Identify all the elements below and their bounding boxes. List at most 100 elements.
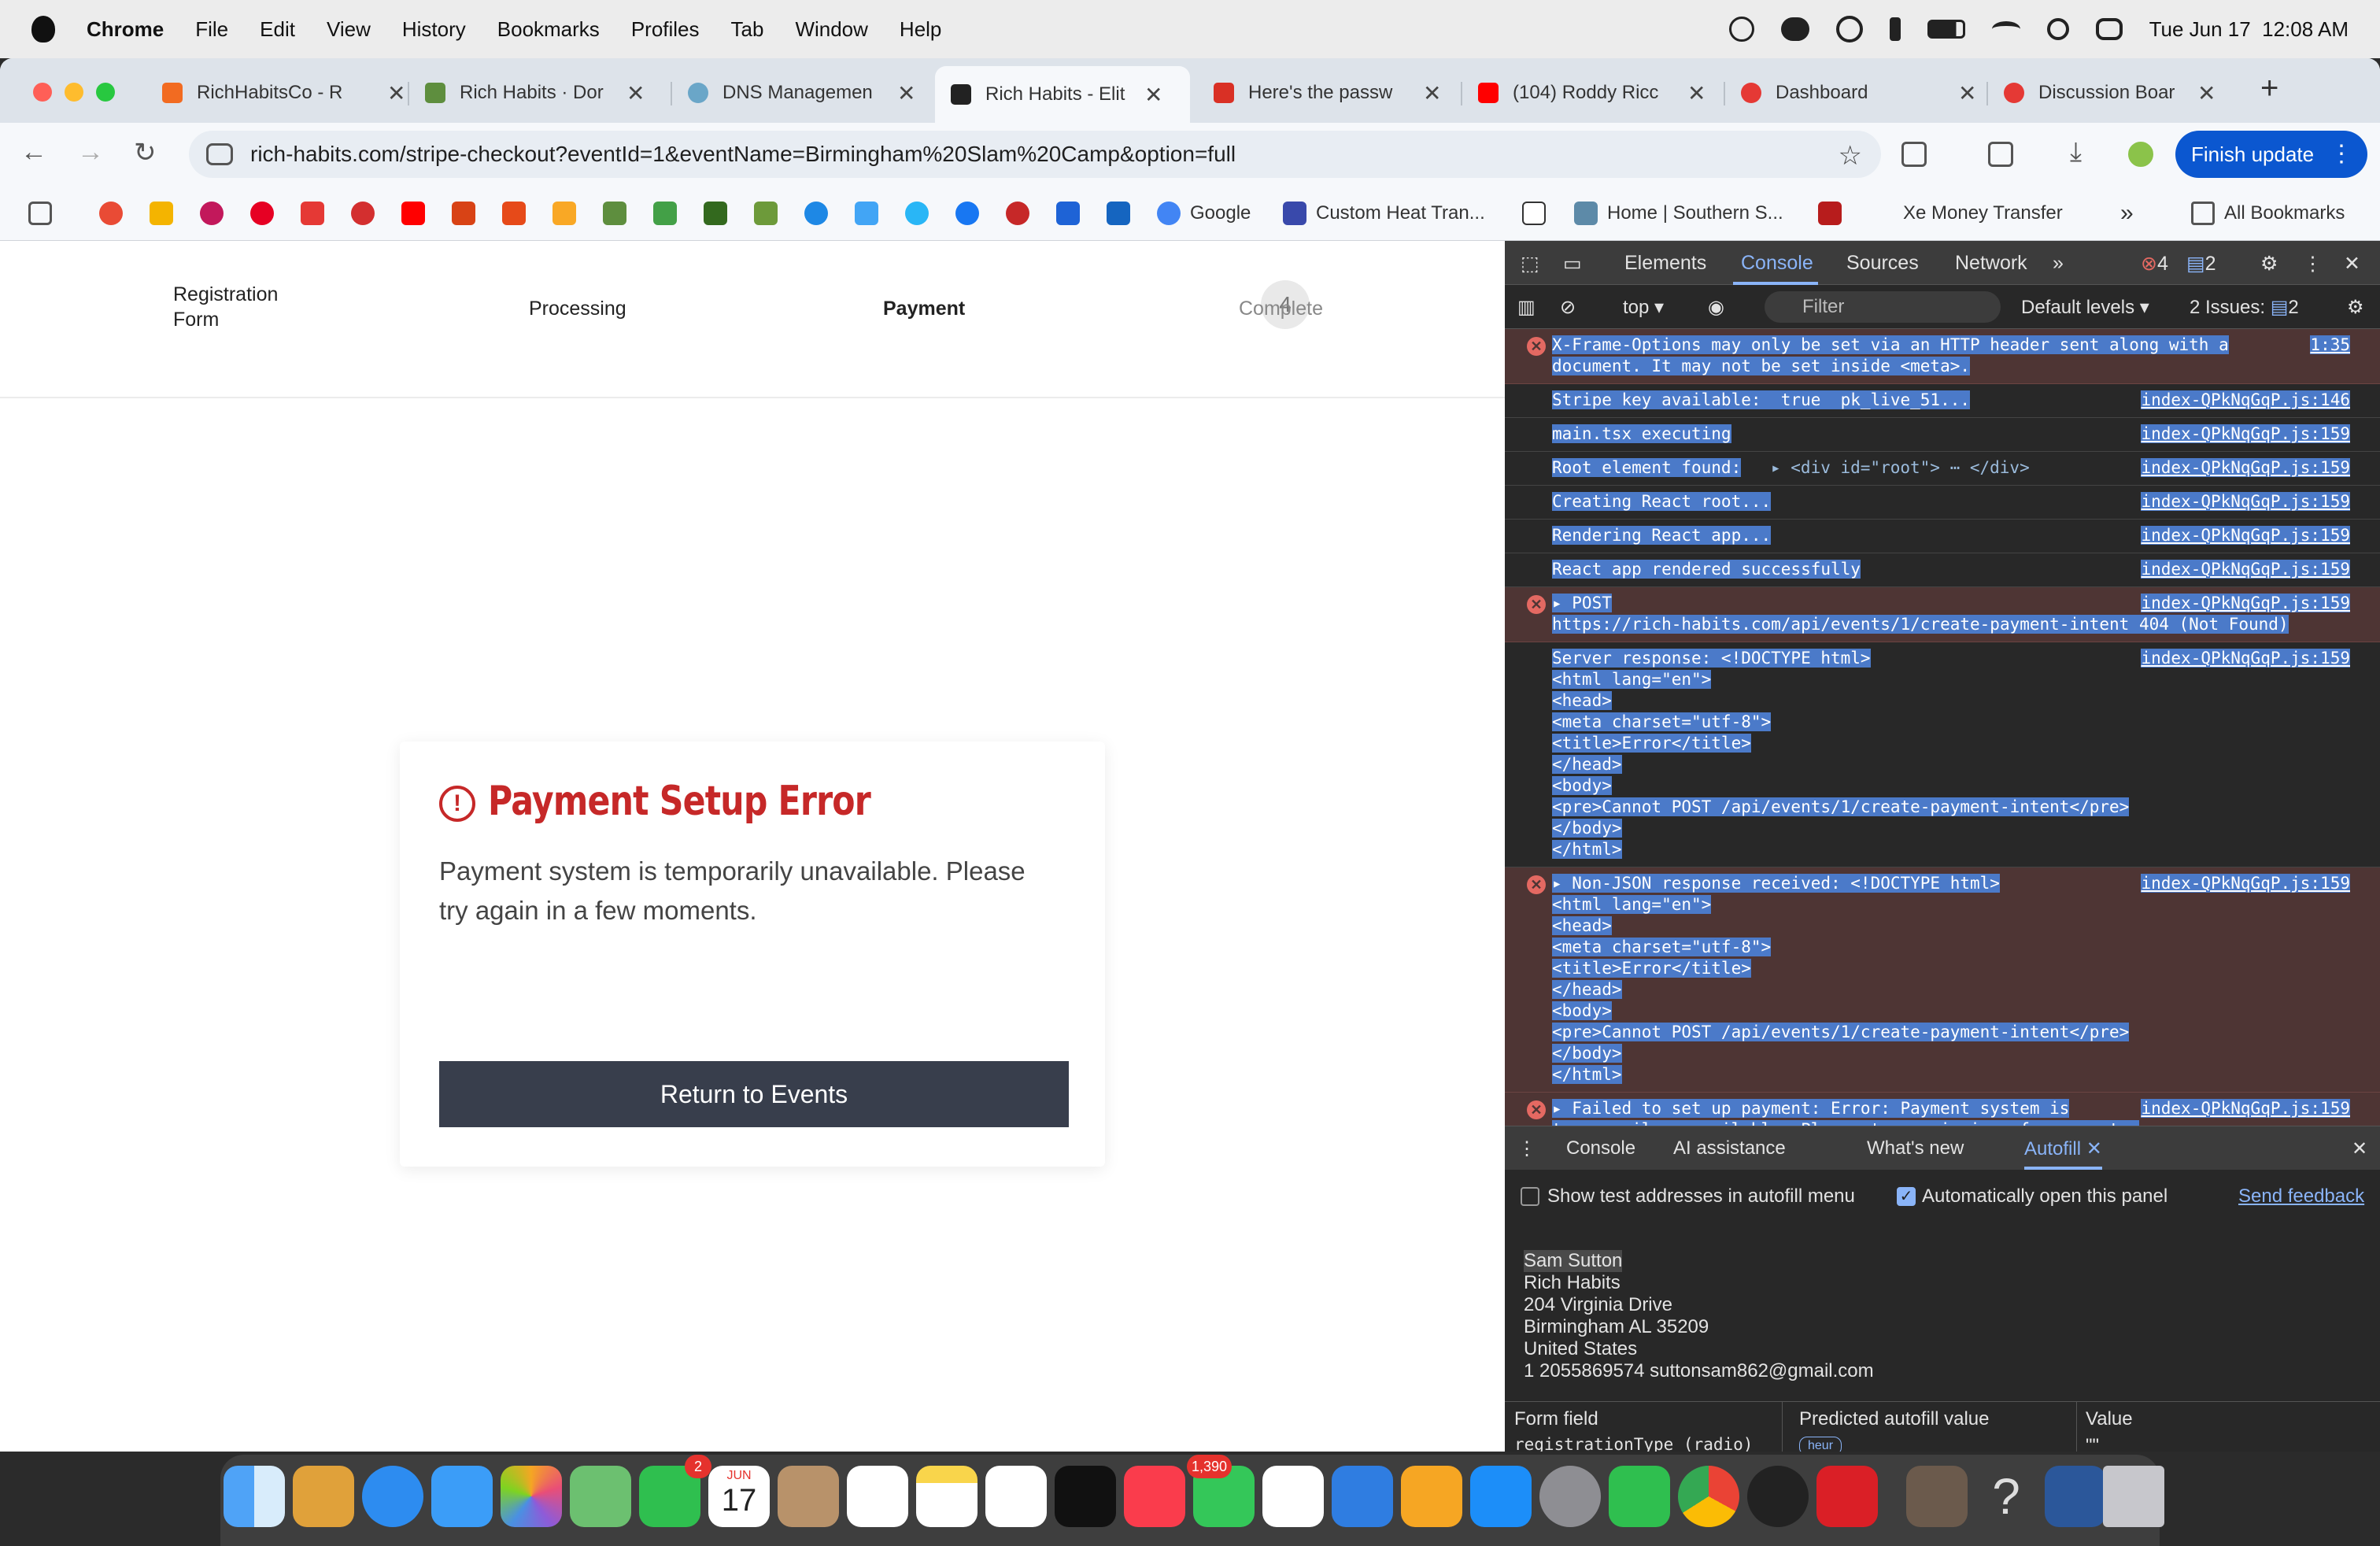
contacts-icon[interactable] xyxy=(778,1466,839,1527)
apps-grid-icon[interactable] xyxy=(28,202,52,225)
console-error-row[interactable]: ✕ ▸ POST https://rich-habits.com/api/event… xyxy=(1505,587,2380,642)
devtools-tab-console[interactable]: Console xyxy=(1741,252,1813,275)
launchpad-icon[interactable] xyxy=(293,1466,354,1527)
drawer-tab-console[interactable]: Console xyxy=(1566,1137,1635,1160)
reload-icon[interactable]: ↻ xyxy=(134,137,157,168)
devtools-tab-elements[interactable]: Elements xyxy=(1624,252,1706,275)
console-settings-gear-icon[interactable]: ⚙ xyxy=(2347,296,2364,319)
calendar-icon[interactable]: JUN 17 xyxy=(708,1466,770,1527)
system-settings-icon[interactable] xyxy=(1539,1466,1601,1527)
return-to-events-button[interactable]: Return to Events xyxy=(439,1061,1069,1127)
issues-link[interactable]: 2 Issues: ▤2 xyxy=(2190,296,2299,319)
menu-history[interactable]: History xyxy=(402,17,466,42)
help-question-icon[interactable]: ? xyxy=(1975,1466,2037,1527)
bookmark-green-icon[interactable] xyxy=(653,202,677,225)
tab-richhabitsco[interactable]: RichHabitsCo - R ✕ xyxy=(146,69,421,117)
chatgpt-dock-icon[interactable] xyxy=(1747,1466,1809,1527)
devtools-close-icon[interactable]: ✕ xyxy=(2344,252,2360,276)
bookmark-cloud-icon[interactable] xyxy=(99,202,123,225)
google-drive-icon[interactable] xyxy=(150,202,173,225)
profile-avatar-icon[interactable] xyxy=(2128,142,2153,167)
apple-tv-icon[interactable] xyxy=(1055,1466,1116,1527)
more-vert-icon[interactable]: ⋮ xyxy=(2330,140,2353,168)
mail-icon[interactable] xyxy=(431,1466,493,1527)
clear-console-icon[interactable]: ⊘ xyxy=(1560,296,1576,319)
tab-rich-habits-store[interactable]: Rich Habits · Dor ✕ xyxy=(409,69,660,117)
more-tabs-chevron-icon[interactable]: » xyxy=(2053,252,2064,275)
menu-bar-clock[interactable]: Tue Jun 17 12:08 AM xyxy=(2149,17,2349,42)
bookmarks-overflow-button[interactable]: » xyxy=(2120,200,2134,227)
tab-gmail[interactable]: Here's the passw ✕ xyxy=(1198,69,1457,117)
bookmark-custom-heat[interactable]: Custom Heat Tran... xyxy=(1283,200,1485,227)
tab-rich-habits-elite[interactable]: Rich Habits - Elit ✕ xyxy=(935,66,1190,123)
cloud-icon[interactable] xyxy=(1780,17,1809,41)
facebook-icon[interactable] xyxy=(955,202,979,225)
sidebar-toggle-icon[interactable]: ▥ xyxy=(1517,296,1536,319)
log-levels-dropdown[interactable]: Default levels ▾ xyxy=(2021,296,2149,319)
root-element-node[interactable]: ▸ <div id="root"> ⋯ </div> xyxy=(1771,458,2030,477)
safari-icon[interactable] xyxy=(362,1466,423,1527)
console-log-row[interactable]: Rendering React app... index-QPkNqGqP.js:… xyxy=(1505,520,2380,553)
menu-view[interactable]: View xyxy=(327,17,371,42)
bookmark-x-icon[interactable] xyxy=(704,202,727,225)
bookmark-flag-icon[interactable] xyxy=(1818,202,1842,225)
tab-search-icon[interactable] xyxy=(1988,142,2013,167)
creative-cloud-dock-icon[interactable] xyxy=(1816,1466,1878,1527)
menu-edit[interactable]: Edit xyxy=(260,17,295,42)
drawer-more-vert-icon[interactable]: ⋮ xyxy=(1517,1137,1536,1160)
close-tab-icon[interactable]: ✕ xyxy=(897,80,915,106)
chrome-dock-icon[interactable] xyxy=(1678,1466,1739,1527)
menu-app-name[interactable]: Chrome xyxy=(87,17,164,42)
drawer-tab-whats-new[interactable]: What's new xyxy=(1867,1137,1964,1160)
drawer-tab-autofill[interactable]: Autofill ✕ xyxy=(2024,1137,2102,1170)
tab-dns-management[interactable]: DNS Managemen ✕ xyxy=(672,69,931,117)
show-test-addresses-checkbox[interactable] xyxy=(1521,1187,1539,1206)
console-log-row[interactable]: Stripe key available: true pk_live_51...… xyxy=(1505,384,2380,418)
bookmark-f-icon[interactable] xyxy=(1056,202,1080,225)
console-error-row[interactable]: ✕ ▸ Non-JSON response received: <!DOCTYPE… xyxy=(1505,867,2380,1093)
wifi-icon[interactable] xyxy=(1991,21,2020,37)
apple-logo-icon[interactable] xyxy=(31,16,55,43)
menu-help[interactable]: Help xyxy=(900,17,941,42)
profile-photo-thumbnail[interactable] xyxy=(1906,1466,1968,1527)
news-icon[interactable] xyxy=(1262,1466,1324,1527)
console-source-link[interactable]: index-QPkNqGqP.js:159 xyxy=(2141,649,2350,668)
bookmark-sbs-icon[interactable] xyxy=(1522,202,1546,225)
menu-window[interactable]: Window xyxy=(795,17,867,42)
pinterest-icon[interactable] xyxy=(250,202,274,225)
close-tab-icon[interactable]: ✕ xyxy=(626,80,645,106)
bookmark-office-icon[interactable] xyxy=(452,202,475,225)
download-icon[interactable]: ⤓ xyxy=(2070,137,2082,168)
minimize-window-button[interactable] xyxy=(65,83,83,102)
devtools-tab-sources[interactable]: Sources xyxy=(1846,252,1919,275)
devtools-settings-gear-icon[interactable]: ⚙ xyxy=(2260,252,2278,276)
url-text[interactable]: rich-habits.com/stripe-checkout?eventId=… xyxy=(250,142,1236,167)
bookmark-r-icon[interactable] xyxy=(301,202,324,225)
address-bar[interactable]: rich-habits.com/stripe-checkout?eventId=… xyxy=(189,131,1881,178)
finder-icon[interactable] xyxy=(224,1466,285,1527)
photos-icon[interactable] xyxy=(501,1466,562,1527)
console-source-link[interactable]: index-QPkNqGqP.js:146 xyxy=(2141,390,2350,409)
console-filter-input[interactable]: Filter xyxy=(1765,291,2001,323)
console-log-row[interactable]: Server response: <!DOCTYPE html> <html la… xyxy=(1505,642,2380,867)
all-bookmarks[interactable]: All Bookmarks xyxy=(2191,200,2345,227)
console-log-row[interactable]: main.tsx executing index-QPkNqGqP.js:159 xyxy=(1505,418,2380,452)
pin-icon[interactable] xyxy=(1889,17,1901,41)
message-count-badge[interactable]: ▤2 xyxy=(2186,252,2216,276)
back-arrow-icon[interactable]: ← xyxy=(20,137,47,168)
bookmark-star-icon[interactable]: ☆ xyxy=(1839,140,1862,172)
bookmark-pink-icon[interactable] xyxy=(200,202,224,225)
bookmark-google[interactable]: Google xyxy=(1157,200,1251,227)
console-log-row[interactable]: Creating React root... index-QPkNqGqP.js:… xyxy=(1505,486,2380,520)
close-tab-icon[interactable]: ✕ xyxy=(1423,80,1441,106)
notes-icon[interactable] xyxy=(916,1466,978,1527)
zoom-window-button[interactable] xyxy=(96,83,115,102)
devtools-more-vert-icon[interactable]: ⋮ xyxy=(2303,252,2323,276)
console-source-link[interactable]: index-QPkNqGqP.js:159 xyxy=(2141,594,2350,612)
console-log-row[interactable]: React app rendered successfully index-QPk… xyxy=(1505,553,2380,587)
console-source-link[interactable]: 1:35 xyxy=(2310,335,2350,354)
console-log-row[interactable]: Root element found: ▸ <div id="root"> ⋯ <… xyxy=(1505,452,2380,486)
outlook-icon[interactable] xyxy=(1107,202,1130,225)
context-selector[interactable]: top ▾ xyxy=(1623,296,1664,319)
close-tab-icon[interactable]: ✕ xyxy=(387,80,405,106)
